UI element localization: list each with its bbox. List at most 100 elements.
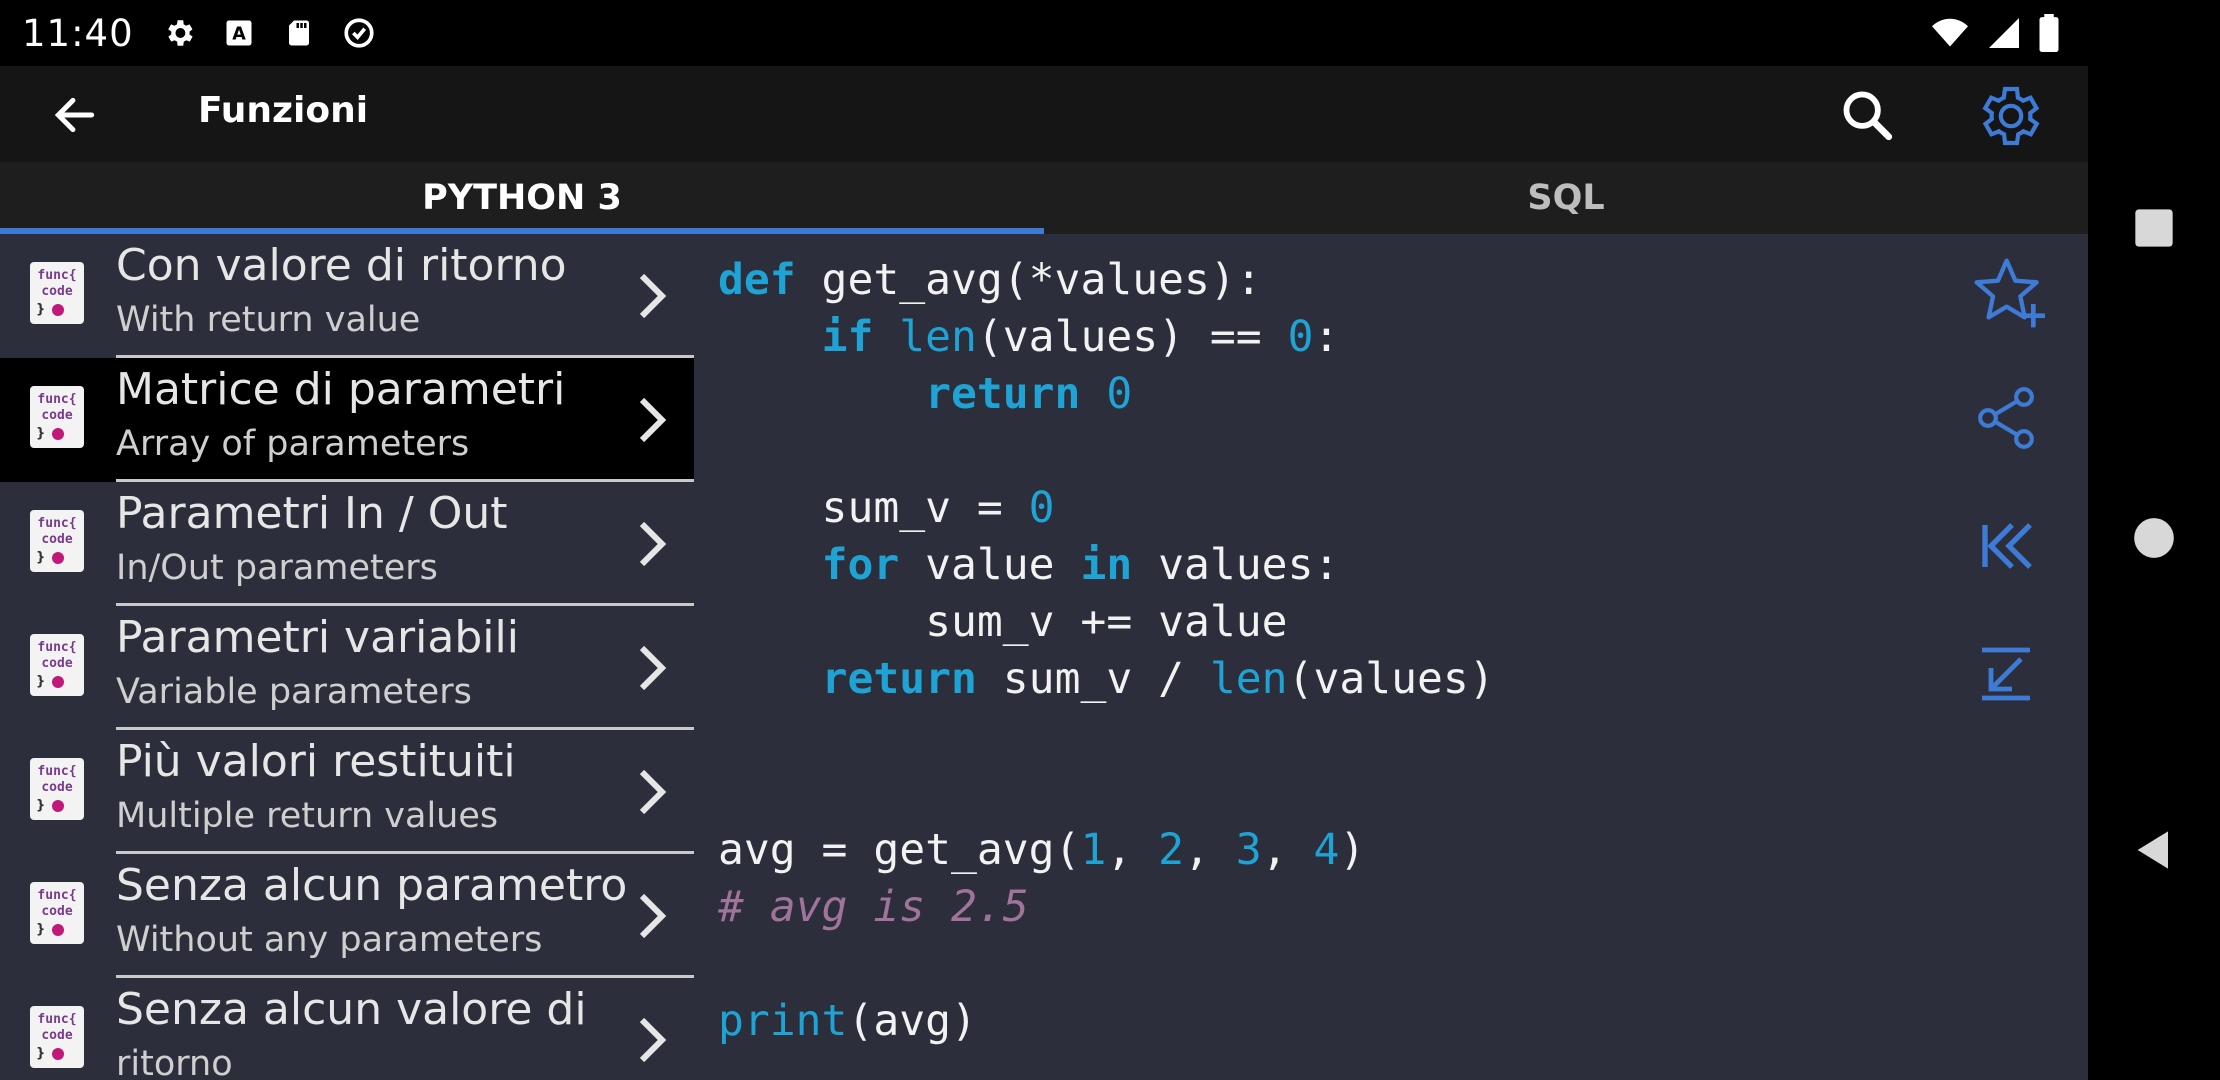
code-token: , [1106, 825, 1159, 875]
list-item-subtitle: Without any parameters [116, 920, 543, 960]
wifi-icon [1930, 15, 1970, 55]
list-item[interactable]: func{code} Senza alcun parametro Without a… [0, 854, 694, 978]
list-item-title: Senza alcun valore di [116, 984, 587, 1035]
list-item[interactable]: func{code} Parametri variabili Variable pa… [0, 606, 694, 730]
func-code-icon: func{code} [30, 262, 84, 324]
search-button[interactable] [1838, 86, 1896, 144]
nav-back-button[interactable] [2126, 822, 2182, 878]
icon-dot [52, 676, 64, 688]
list-item-subtitle: With return value [116, 300, 421, 340]
accessibility-a-icon: A [222, 16, 256, 50]
icon-text-top: func{ [37, 392, 77, 407]
add-favorite-button[interactable] [1970, 254, 2050, 334]
code-token: def [718, 255, 796, 305]
tab-python3[interactable]: PYTHON 3 [0, 162, 1044, 234]
settings-button[interactable] [1972, 80, 2044, 152]
list-item-subtitle: ritorno [116, 1044, 233, 1080]
arrow-down-left-icon [1982, 647, 2030, 701]
code-line: if len(values) == 0: [718, 309, 1918, 366]
icon-dot [52, 428, 64, 440]
skip-to-start-icon [1982, 523, 2032, 569]
chevron-right-icon [639, 893, 667, 939]
list-item-title: Con valore di ritorno [116, 240, 567, 291]
share-button[interactable] [1970, 382, 2050, 462]
code-token: in [1080, 540, 1133, 590]
list-item-subtitle: In/Out parameters [116, 548, 438, 588]
status-time: 11:40 [22, 11, 134, 55]
code-token: 0 [1287, 312, 1314, 362]
icon-text-top: func{ [37, 764, 77, 779]
icon-text-bottom: } [36, 302, 46, 317]
icon-text-bottom: } [36, 426, 46, 441]
list-item[interactable]: func{code} Parametri In / Out In/Out param… [0, 482, 694, 606]
func-code-icon: func{code} [30, 510, 84, 572]
icon-dot [52, 304, 64, 316]
code-token: 0 [1106, 369, 1133, 419]
icon-text-top: func{ [37, 268, 77, 283]
icon-text-top: func{ [37, 888, 77, 903]
list-item[interactable]: func{code} Più valori restituiti Multiple … [0, 730, 694, 854]
gear-icon [1982, 86, 2040, 146]
first-item-button[interactable] [1970, 510, 2050, 590]
gear-icon [162, 16, 196, 50]
cell-signal-icon [1986, 15, 2022, 55]
list-item[interactable]: func{code} Senza alcun valore di ritorno [0, 978, 694, 1080]
chevron-right-icon [639, 645, 667, 691]
code-token: sum_v = [718, 483, 1029, 533]
code-line: sum_v += value [718, 594, 1918, 651]
home-button[interactable] [2126, 510, 2182, 566]
code-line: return sum_v / len(values) [718, 651, 1918, 708]
code-token: avg = get_avg( [718, 825, 1081, 875]
code-token: , [1184, 825, 1236, 875]
code-line: for value in values: [718, 537, 1918, 594]
icon-text-bottom: } [36, 550, 46, 565]
code-token: sum_v / [976, 654, 1210, 704]
code-token: len [899, 312, 977, 362]
code-line: avg = get_avg(1, 2, 3, 4) [718, 822, 1918, 879]
list-item[interactable]: func{code} Con valore di ritorno With retu… [0, 234, 694, 358]
svg-text:A: A [232, 24, 246, 44]
icon-text-mid: code [41, 780, 73, 795]
scroll-down-button[interactable] [1970, 638, 2050, 718]
tab-sql[interactable]: SQL [1044, 162, 2088, 234]
code-token: for [821, 540, 900, 590]
recents-button[interactable] [2126, 200, 2182, 256]
code-line: return 0 [718, 366, 1918, 423]
icon-text-top: func{ [37, 640, 77, 655]
status-bar: 11:40 A [0, 0, 2088, 66]
back-button[interactable] [48, 88, 102, 142]
back-triangle-icon [2137, 831, 2168, 869]
func-code-icon: func{code} [30, 758, 84, 820]
code-token: : [1313, 312, 1340, 362]
code-line: # avg is 2.5 [718, 879, 1918, 936]
icon-dot [52, 1048, 64, 1060]
icon-text-bottom: } [36, 922, 46, 937]
icon-text-mid: code [41, 284, 73, 299]
battery-icon [2038, 14, 2060, 56]
share-icon [1978, 387, 2034, 449]
code-token: sum_v += value [718, 597, 1288, 647]
search-icon [1843, 91, 1893, 141]
icon-text-mid: code [41, 656, 73, 671]
chevron-right-icon [639, 397, 667, 443]
list-item[interactable]: func{code} Matrice di parametri Array of p… [0, 358, 694, 482]
code-token: 0 [1028, 483, 1055, 533]
func-code-icon: func{code} [30, 386, 84, 448]
list-item-title: Parametri In / Out [116, 488, 508, 539]
code-token: return [821, 654, 977, 704]
code-view: def get_avg(*values): if len(values) == … [718, 252, 1918, 1050]
icon-text-bottom: } [36, 1046, 46, 1061]
icon-text-mid: code [41, 532, 73, 547]
data-saver-icon [342, 16, 376, 50]
page-title: Funzioni [198, 90, 369, 131]
icon-text-bottom: } [36, 674, 46, 689]
code-token: len [1209, 654, 1288, 704]
code-token: value [899, 540, 1081, 590]
chevron-right-icon [639, 521, 667, 567]
icon-text-bottom: } [36, 798, 46, 813]
